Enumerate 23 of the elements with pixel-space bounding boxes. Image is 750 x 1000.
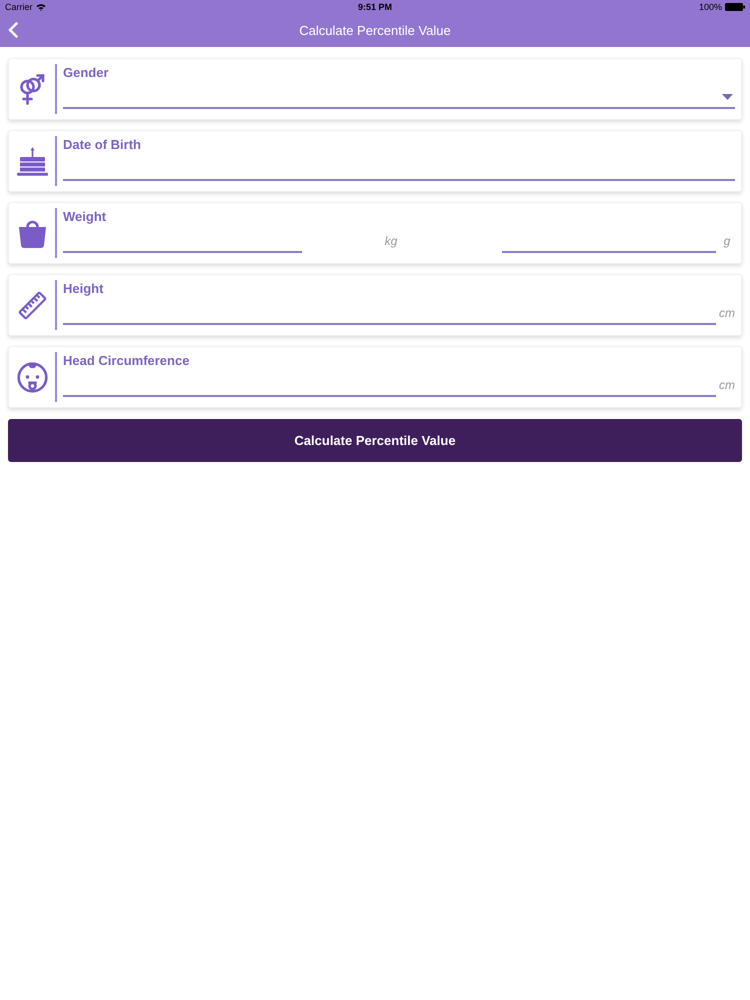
battery-percentage: 100% (698, 2, 722, 12)
field-label: Date of Birth (63, 137, 141, 153)
battery-icon (725, 3, 745, 11)
nav-title: Calculate Percentile Value (299, 22, 451, 40)
unit-label: g (722, 234, 732, 248)
wifi-icon (36, 3, 46, 11)
unit-label: cm (718, 378, 736, 392)
back-icon[interactable] (8, 22, 18, 38)
field-label: Weight (63, 209, 106, 225)
gender-symbol-icon (19, 74, 45, 104)
cake-icon (16, 146, 48, 176)
field-label: Height (63, 281, 104, 297)
carrier-name: Carrier (5, 2, 33, 12)
bag-icon (18, 218, 46, 248)
dropdown-caret-icon (722, 94, 733, 100)
calculate-button[interactable]: Calculate Percentile Value (8, 419, 742, 462)
field-label: Head Circumference (63, 353, 190, 369)
ruler-icon (18, 290, 46, 320)
unit-label: kg (384, 234, 398, 248)
status-time: 9:51 PM (358, 2, 392, 12)
field-label: Gender (63, 65, 109, 81)
unit-label: cm (718, 306, 736, 320)
baby-face-icon (16, 361, 48, 393)
